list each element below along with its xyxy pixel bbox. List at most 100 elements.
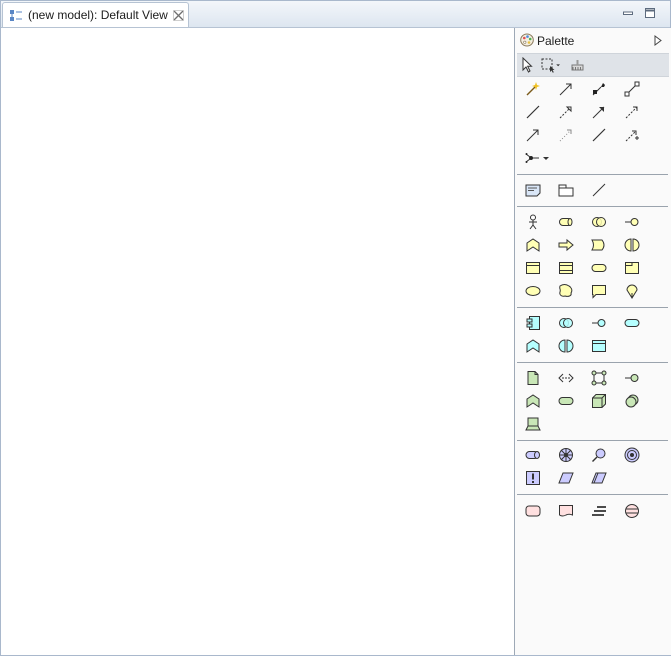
driver-icon — [559, 448, 573, 462]
palette-separator — [517, 440, 668, 441]
serving-tool[interactable] — [589, 102, 609, 122]
value-tool[interactable] — [523, 281, 543, 301]
meaning-tool[interactable] — [589, 281, 609, 301]
business-interface-tool[interactable] — [622, 212, 642, 232]
driver-tool[interactable] — [556, 445, 576, 465]
principle-tool[interactable] — [523, 468, 543, 488]
infrastructure-function-tool[interactable] — [523, 391, 543, 411]
tab-default-view[interactable]: (new model): Default View — [2, 2, 189, 27]
business-role-tool[interactable] — [556, 212, 576, 232]
diagram-canvas[interactable] — [2, 28, 513, 654]
business-interaction-tool[interactable] — [622, 235, 642, 255]
format-painter-tool[interactable] — [568, 55, 588, 75]
artifact-icon — [527, 371, 539, 385]
system-software-tool[interactable] — [622, 391, 642, 411]
application-collaboration-icon — [559, 318, 573, 328]
palette-separator — [517, 174, 668, 175]
requirement-tool[interactable] — [556, 468, 576, 488]
goal-tool[interactable] — [622, 445, 642, 465]
stakeholder-icon — [525, 451, 540, 459]
aggregation-tool[interactable] — [589, 79, 609, 99]
business-collaboration-tool[interactable] — [589, 212, 609, 232]
business-function-tool[interactable] — [523, 235, 543, 255]
location-tool[interactable] — [622, 281, 642, 301]
business-collaboration-icon — [592, 217, 606, 227]
aggregation-icon — [592, 83, 605, 96]
collapse-palette-icon[interactable] — [653, 35, 663, 46]
palette-separator — [517, 307, 668, 308]
influence-tool[interactable] — [523, 125, 543, 145]
gap-icon — [592, 506, 606, 516]
stakeholder-tool[interactable] — [523, 445, 543, 465]
infrastructure-service-icon — [558, 397, 574, 405]
assignment-icon — [624, 81, 640, 97]
device-tool[interactable] — [523, 414, 543, 434]
specialization-tool[interactable] — [622, 125, 642, 145]
close-icon[interactable] — [173, 10, 184, 21]
application-component-icon — [526, 316, 540, 330]
deliverable-icon — [559, 505, 573, 517]
contract-tool[interactable] — [556, 258, 576, 278]
palette-title: Palette — [537, 34, 575, 48]
data-object-tool[interactable] — [589, 336, 609, 356]
triggering-icon — [559, 129, 572, 142]
requirement-icon — [558, 472, 574, 484]
infrastructure-service-tool[interactable] — [556, 391, 576, 411]
association-tool[interactable] — [523, 102, 543, 122]
magic-connector-tool[interactable] — [523, 79, 543, 99]
group-icon — [558, 184, 574, 197]
application-service-icon — [624, 319, 640, 327]
constraint-icon — [591, 472, 607, 484]
maximize-icon[interactable] — [644, 7, 656, 19]
business-process-tool[interactable] — [556, 235, 576, 255]
business-actor-tool[interactable] — [523, 212, 543, 232]
product-tool[interactable] — [622, 258, 642, 278]
plateau-icon — [625, 504, 639, 518]
composition-tool[interactable] — [556, 79, 576, 99]
assignment-tool[interactable] — [622, 79, 642, 99]
realization-tool[interactable] — [556, 102, 576, 122]
select-arrow-icon — [522, 57, 533, 73]
palette-separator — [517, 206, 668, 207]
artifact-tool[interactable] — [523, 368, 543, 388]
infrastructure-interface-tool[interactable] — [622, 368, 642, 388]
communication-path-icon — [558, 373, 574, 383]
application-collaboration-tool[interactable] — [556, 313, 576, 333]
assessment-tool[interactable] — [589, 445, 609, 465]
line-connection-tool[interactable] — [589, 180, 609, 200]
application-component-tool[interactable] — [523, 313, 543, 333]
work-package-tool[interactable] — [523, 501, 543, 521]
select-tool[interactable] — [518, 55, 538, 75]
application-interaction-tool[interactable] — [556, 336, 576, 356]
business-interface-icon — [625, 218, 639, 226]
application-interface-tool[interactable] — [589, 313, 609, 333]
triggering-tool[interactable] — [556, 125, 576, 145]
application-service-tool[interactable] — [622, 313, 642, 333]
business-event-tool[interactable] — [589, 235, 609, 255]
node-tool[interactable] — [589, 391, 609, 411]
note-tool[interactable] — [523, 180, 543, 200]
constraint-tool[interactable] — [589, 468, 609, 488]
communication-path-tool[interactable] — [556, 368, 576, 388]
palette-separator — [517, 362, 668, 363]
group-tool[interactable] — [556, 180, 576, 200]
tab-title: (new model): Default View — [28, 8, 168, 22]
business-object-tool[interactable] — [523, 258, 543, 278]
association-icon — [526, 105, 540, 119]
minimize-icon[interactable] — [622, 7, 634, 19]
product-icon — [625, 262, 639, 274]
goal-icon — [624, 447, 640, 463]
deliverable-tool[interactable] — [556, 501, 576, 521]
marquee-dropdown[interactable] — [555, 55, 565, 75]
plateau-tool[interactable] — [622, 501, 642, 521]
business-process-icon — [558, 238, 574, 252]
access-tool[interactable] — [622, 102, 642, 122]
chevron-down-icon — [543, 157, 549, 160]
representation-tool[interactable] — [556, 281, 576, 301]
application-function-tool[interactable] — [523, 336, 543, 356]
network-tool[interactable] — [589, 368, 609, 388]
gap-tool[interactable] — [589, 501, 609, 521]
flow-tool[interactable] — [589, 125, 609, 145]
junction-dropdown[interactable] — [539, 148, 549, 168]
business-service-tool[interactable] — [589, 258, 609, 278]
